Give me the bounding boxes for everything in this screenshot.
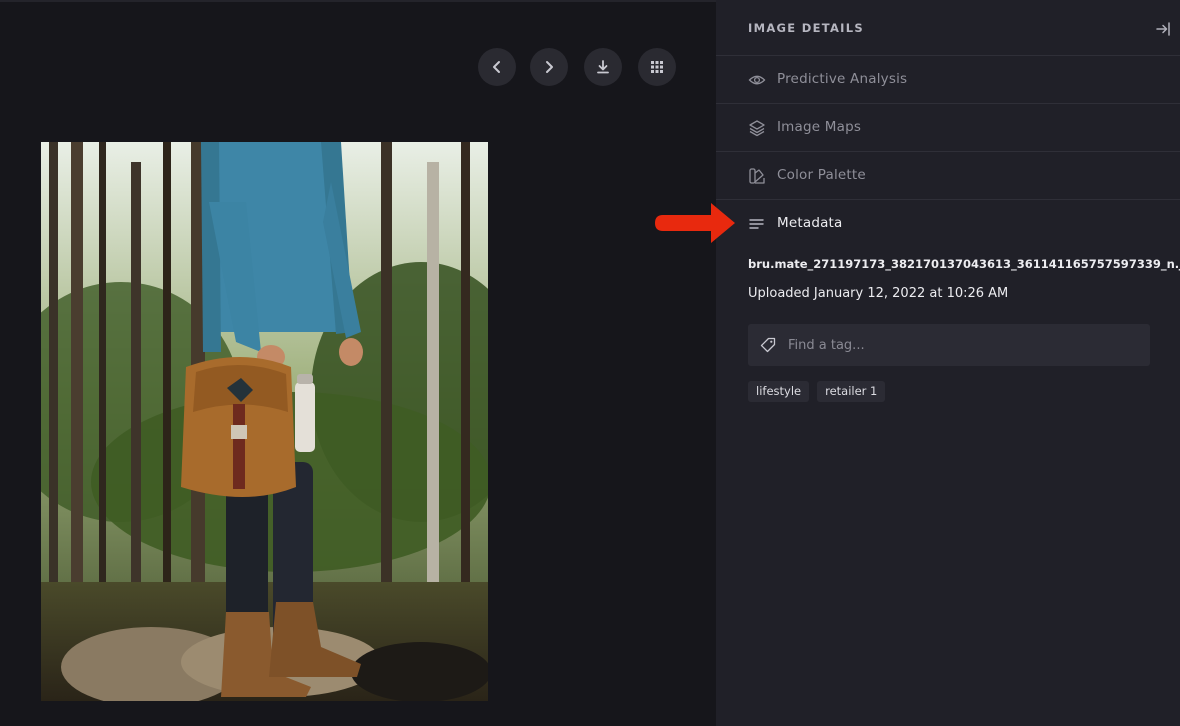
section-label: Color Palette	[777, 167, 866, 183]
tag-chip[interactable]: lifestyle	[748, 381, 810, 402]
viewer-top-divider	[0, 0, 716, 2]
image-viewer	[0, 0, 716, 726]
collapse-panel-button[interactable]	[1154, 20, 1172, 38]
panel-title: IMAGE DETAILS	[748, 21, 864, 35]
download-button[interactable]	[584, 48, 622, 86]
lines-icon	[749, 219, 764, 229]
next-button[interactable]	[530, 48, 568, 86]
main-image	[41, 142, 488, 701]
grid-icon	[651, 61, 663, 73]
section-image-maps[interactable]: Image Maps	[716, 104, 1180, 152]
download-icon	[597, 60, 609, 74]
section-label: Image Maps	[777, 119, 862, 135]
section-color-palette[interactable]: Color Palette	[716, 152, 1180, 200]
layers-icon	[749, 120, 765, 137]
tag-search-box[interactable]	[748, 324, 1150, 366]
file-name: bru.mate_271197173_382170137043613_36114…	[748, 257, 1180, 271]
grid-view-button[interactable]	[638, 48, 676, 86]
chevron-left-icon	[493, 61, 500, 73]
section-label: Predictive Analysis	[777, 71, 908, 87]
tag-search-input[interactable]	[788, 324, 1138, 366]
palette-icon	[749, 168, 765, 184]
previous-button[interactable]	[478, 48, 516, 86]
image-details-panel: IMAGE DETAILS Predictive Analysis Image …	[716, 0, 1180, 726]
section-predictive-analysis[interactable]: Predictive Analysis	[716, 56, 1180, 104]
upload-date: Uploaded January 12, 2022 at 10:26 AM	[748, 286, 1009, 301]
tag-chip[interactable]: retailer 1	[817, 381, 886, 402]
collapse-panel-icon	[1156, 22, 1170, 36]
chevron-right-icon	[546, 61, 553, 73]
forest-photo	[41, 142, 488, 701]
eye-icon	[748, 75, 766, 85]
section-label: Metadata	[777, 215, 843, 231]
panel-header: IMAGE DETAILS	[716, 0, 1180, 56]
section-metadata[interactable]: Metadata	[716, 200, 1180, 248]
tag-list: lifestyle retailer 1	[748, 381, 886, 402]
red-arrow-icon	[655, 203, 735, 243]
tag-icon	[760, 337, 776, 353]
